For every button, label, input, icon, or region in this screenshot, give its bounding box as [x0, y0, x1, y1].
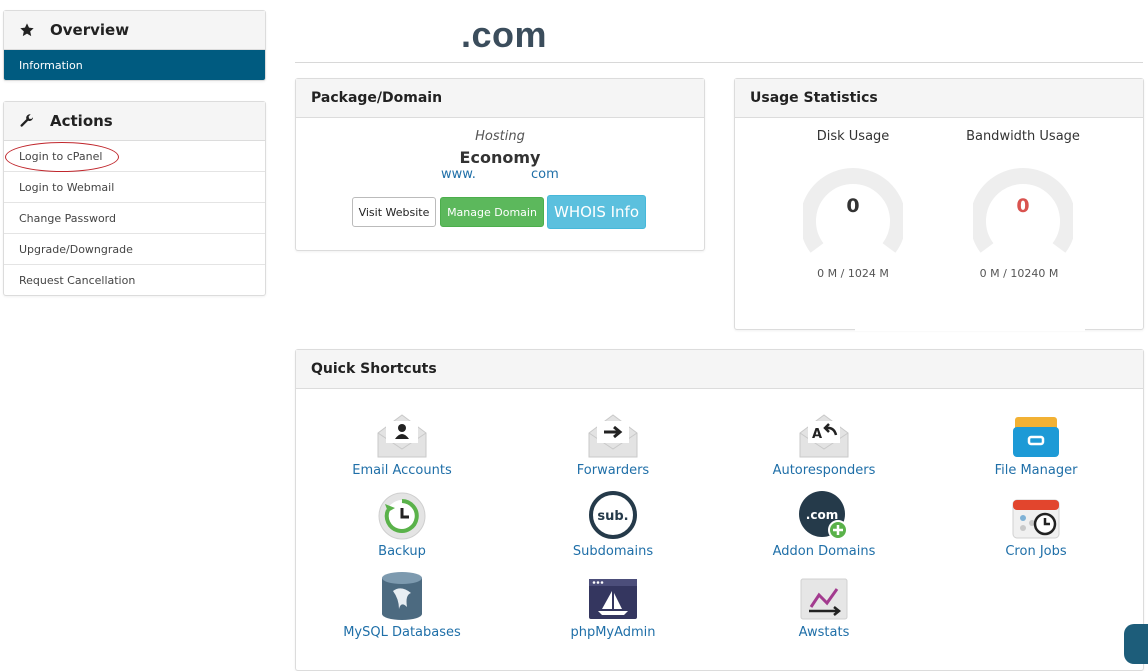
- shortcut-label: Cron Jobs: [1005, 544, 1067, 559]
- sidebar-item-label: Change Password: [19, 211, 116, 225]
- cron-jobs-icon: [1009, 490, 1063, 540]
- highlight-circle-annotation: [5, 142, 119, 172]
- sidebar-item-label: Upgrade/Downgrade: [19, 242, 133, 256]
- shortcut-label: phpMyAdmin: [570, 625, 656, 640]
- shortcut-forwarders[interactable]: Forwarders: [518, 409, 708, 478]
- shortcut-awstats[interactable]: Awstats: [729, 571, 919, 640]
- shortcut-cron-jobs[interactable]: Cron Jobs: [941, 490, 1131, 559]
- shortcut-phpmyadmin[interactable]: phpMyAdmin: [518, 571, 708, 640]
- sidebar-item-information[interactable]: Information: [4, 50, 265, 80]
- shortcut-mysql-databases[interactable]: MySQL Databases: [307, 571, 497, 640]
- shortcut-file-manager[interactable]: File Manager: [941, 409, 1131, 478]
- package-type: Hosting: [475, 129, 525, 144]
- bandwidth-usage-value: 0: [1016, 195, 1030, 217]
- shortcut-label: Email Accounts: [352, 463, 452, 478]
- page-title: .com: [461, 14, 548, 55]
- addon-domains-icon: .com: [797, 490, 851, 540]
- usage-bottom-gap: [855, 323, 1085, 331]
- actions-panel: Actions Login to cPanel Login to Webmail…: [3, 101, 266, 296]
- shortcut-email-accounts[interactable]: Email Accounts: [307, 409, 497, 478]
- shortcut-label: Autoresponders: [772, 463, 876, 478]
- shortcut-label: MySQL Databases: [343, 625, 461, 640]
- overview-panel: Overview Information: [3, 10, 266, 81]
- package-domain-heading: Package/Domain: [296, 79, 704, 118]
- autoresponders-icon: A: [797, 409, 851, 459]
- phpmyadmin-icon: [586, 571, 640, 621]
- awstats-icon: [797, 571, 851, 621]
- overview-title: Overview: [50, 21, 130, 39]
- wrench-icon: [18, 113, 36, 129]
- domain-prefix: www.: [441, 167, 476, 182]
- actions-header: Actions: [4, 102, 265, 141]
- shortcut-label: Subdomains: [572, 544, 654, 559]
- backup-icon: [375, 490, 429, 540]
- shortcut-subdomains[interactable]: sub. Subdomains: [518, 490, 708, 559]
- sidebar-item-login-cpanel[interactable]: Login to cPanel: [4, 141, 265, 172]
- package-name: Economy: [459, 148, 541, 167]
- package-domain-link[interactable]: www. com: [441, 167, 559, 182]
- quick-shortcuts-heading: Quick Shortcuts: [296, 350, 1143, 389]
- usage-statistics-heading: Usage Statistics: [735, 79, 1143, 118]
- quick-shortcuts-panel: Quick Shortcuts Email Accounts Forwarder…: [295, 349, 1144, 671]
- disk-usage-value: 0: [846, 195, 860, 217]
- subdomains-icon: sub.: [586, 490, 640, 540]
- header-divider: [295, 62, 1143, 63]
- star-icon: [18, 22, 36, 38]
- usage-statistics-panel: Usage Statistics Disk Usage 0 0 M / 1024…: [734, 78, 1144, 331]
- svg-text:A: A: [812, 427, 822, 442]
- chat-widget-button[interactable]: [1124, 624, 1148, 664]
- disk-usage-label: Disk Usage: [816, 129, 890, 144]
- overview-header: Overview: [4, 11, 265, 50]
- bandwidth-usage-label: Bandwidth Usage: [966, 129, 1080, 144]
- shortcut-label: Backup: [378, 544, 426, 559]
- shortcut-label: Awstats: [798, 625, 850, 640]
- forwarders-icon: [586, 409, 640, 459]
- shortcut-autoresponders[interactable]: A Autoresponders: [729, 409, 919, 478]
- svg-text:.com: .com: [806, 508, 838, 522]
- disk-usage-detail: 0 M / 1024 M: [817, 267, 889, 280]
- shortcut-label: Addon Domains: [772, 544, 876, 559]
- package-domain-panel: Package/Domain Hosting Economy www. com …: [295, 78, 705, 251]
- shortcut-backup[interactable]: Backup: [307, 490, 497, 559]
- shortcut-label: Forwarders: [576, 463, 650, 478]
- shortcut-label: File Manager: [994, 463, 1078, 478]
- manage-domain-button[interactable]: Manage Domain: [440, 197, 544, 227]
- bandwidth-usage-detail: 0 M / 10240 M: [979, 267, 1059, 280]
- sidebar-item-upgrade-downgrade[interactable]: Upgrade/Downgrade: [4, 234, 265, 265]
- actions-title: Actions: [50, 112, 113, 130]
- whois-info-button[interactable]: WHOIS Info: [547, 195, 646, 229]
- sidebar-item-request-cancellation[interactable]: Request Cancellation: [4, 265, 265, 295]
- sidebar-item-label: Login to Webmail: [19, 180, 115, 194]
- sidebar-item-login-webmail[interactable]: Login to Webmail: [4, 172, 265, 203]
- file-manager-icon: [1009, 409, 1063, 459]
- email-accounts-icon: [375, 409, 429, 459]
- sidebar-item-label: Request Cancellation: [19, 273, 136, 287]
- mysql-databases-icon: [375, 571, 429, 621]
- sidebar-item-change-password[interactable]: Change Password: [4, 203, 265, 234]
- svg-text:sub.: sub.: [597, 509, 628, 524]
- visit-website-button[interactable]: Visit Website: [352, 197, 436, 227]
- domain-suffix: com: [531, 167, 559, 182]
- shortcut-addon-domains[interactable]: .com Addon Domains: [729, 490, 919, 559]
